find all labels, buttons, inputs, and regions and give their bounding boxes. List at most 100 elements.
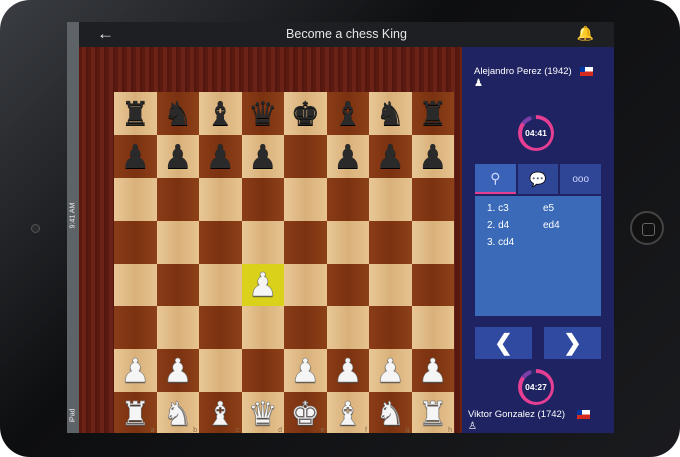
square-c3[interactable] [199,306,242,350]
white-bishop-icon[interactable]: ♝ [333,397,363,431]
square-d1[interactable]: ♛ d [241,392,284,433]
square-e4[interactable] [284,263,327,307]
square-g6[interactable] [369,177,412,221]
black-rook-icon[interactable]: ♜ [418,97,448,130]
square-e2[interactable]: ♟ [284,349,327,393]
square-g7[interactable]: ♟ [369,134,412,178]
tab-more[interactable]: ooo [560,164,602,194]
square-d5[interactable] [241,220,284,264]
square-b1[interactable]: ♞ b [156,392,199,433]
white-move[interactable]: 1. c3 [487,203,543,220]
black-move[interactable]: e5 [543,203,554,220]
square-e5[interactable] [284,220,327,264]
white-rook-icon[interactable]: ♜ [418,397,448,431]
square-h4[interactable] [411,263,454,307]
next-move-button[interactable]: ❯ [544,327,601,359]
square-c5[interactable] [199,220,242,264]
square-a8[interactable]: ♜ [114,92,157,135]
square-f4[interactable] [326,263,369,307]
square-b5[interactable] [156,220,199,264]
square-c1[interactable]: ♝ c [199,392,242,433]
square-a5[interactable] [114,220,157,264]
black-queen-icon[interactable]: ♛ [248,97,278,130]
white-move[interactable]: 3. cd4 [487,237,543,254]
square-a6[interactable] [114,177,157,221]
square-b4[interactable] [156,263,199,307]
white-knight-icon[interactable]: ♞ [163,397,193,431]
square-f1[interactable]: ♝ f [326,392,369,433]
white-move[interactable]: 2. d4 [487,220,543,237]
square-d4[interactable]: ♟ [241,263,284,307]
previous-move-button[interactable]: ❮ [475,327,532,359]
square-e6[interactable] [284,177,327,221]
black-pawn-icon[interactable]: ♟ [418,140,448,173]
square-g5[interactable] [369,220,412,264]
black-rook-icon[interactable]: ♜ [120,97,150,130]
white-knight-icon[interactable]: ♞ [375,397,405,431]
tab-chat[interactable]: 💬 [517,164,559,194]
square-a2[interactable]: ♟ [114,349,157,393]
black-pawn-icon[interactable]: ♟ [163,140,193,173]
square-a7[interactable]: ♟ [114,134,157,178]
square-g8[interactable]: ♞ [369,92,412,135]
black-pawn-icon[interactable]: ♟ [248,140,278,173]
white-pawn-icon[interactable]: ♟ [375,354,405,388]
black-king-icon[interactable]: ♚ [290,97,320,130]
square-g3[interactable] [369,306,412,350]
chess-board[interactable]: ♜ ♞ ♝ ♛ ♚ ♝ ♞ ♜ ♟ ♟ ♟ ♟ ♟ ♟ ♟ ♟ ♟ ♟ ♟ ♟ ♟ ♟ ♜ a ♞ b ♝ c ♛ d ♚ e ♝ f ♞ g ♜ h [114,92,454,433]
white-pawn-icon[interactable]: ♟ [290,354,320,388]
black-bishop-icon[interactable]: ♝ [333,97,363,130]
square-h3[interactable] [411,306,454,350]
bell-icon[interactable]: 🔔 [577,25,594,42]
square-f7[interactable]: ♟ [326,134,369,178]
square-e3[interactable] [284,306,327,350]
square-h1[interactable]: ♜ h [411,392,454,433]
square-a3[interactable] [114,306,157,350]
square-g1[interactable]: ♞ g [369,392,412,433]
square-e8[interactable]: ♚ [284,92,327,135]
square-e1[interactable]: ♚ e [284,392,327,433]
tab-moves[interactable]: ⚲ [475,164,516,194]
white-rook-icon[interactable]: ♜ [120,397,150,431]
home-button[interactable] [630,211,664,245]
square-c7[interactable]: ♟ [199,134,242,178]
square-f6[interactable] [326,177,369,221]
black-knight-icon[interactable]: ♞ [375,97,405,130]
square-c8[interactable]: ♝ [199,92,242,135]
square-b7[interactable]: ♟ [156,134,199,178]
square-d2[interactable] [241,349,284,393]
square-c4[interactable] [199,263,242,307]
white-king-icon[interactable]: ♚ [290,397,320,431]
white-pawn-icon[interactable]: ♟ [248,268,278,302]
square-g2[interactable]: ♟ [369,349,412,393]
square-b6[interactable] [156,177,199,221]
black-pawn-icon[interactable]: ♟ [333,140,363,173]
square-b8[interactable]: ♞ [156,92,199,135]
square-d7[interactable]: ♟ [241,134,284,178]
black-bishop-icon[interactable]: ♝ [205,97,235,130]
white-pawn-icon[interactable]: ♟ [333,354,363,388]
square-f5[interactable] [326,220,369,264]
square-c6[interactable] [199,177,242,221]
square-f3[interactable] [326,306,369,350]
black-pawn-icon[interactable]: ♟ [205,140,235,173]
square-h7[interactable]: ♟ [411,134,454,178]
square-d6[interactable] [241,177,284,221]
white-pawn-icon[interactable]: ♟ [418,354,448,388]
square-a1[interactable]: ♜ a [114,392,157,433]
square-h8[interactable]: ♜ [411,92,454,135]
white-bishop-icon[interactable]: ♝ [205,397,235,431]
white-pawn-icon[interactable]: ♟ [120,354,150,388]
square-d8[interactable]: ♛ [241,92,284,135]
square-b3[interactable] [156,306,199,350]
square-c2[interactable] [199,349,242,393]
white-pawn-icon[interactable]: ♟ [163,354,193,388]
white-queen-icon[interactable]: ♛ [248,397,278,431]
square-f8[interactable]: ♝ [326,92,369,135]
square-b2[interactable]: ♟ [156,349,199,393]
square-g4[interactable] [369,263,412,307]
square-h5[interactable] [411,220,454,264]
black-move[interactable]: ed4 [543,220,560,237]
black-pawn-icon[interactable]: ♟ [120,140,150,173]
square-h2[interactable]: ♟ [411,349,454,393]
